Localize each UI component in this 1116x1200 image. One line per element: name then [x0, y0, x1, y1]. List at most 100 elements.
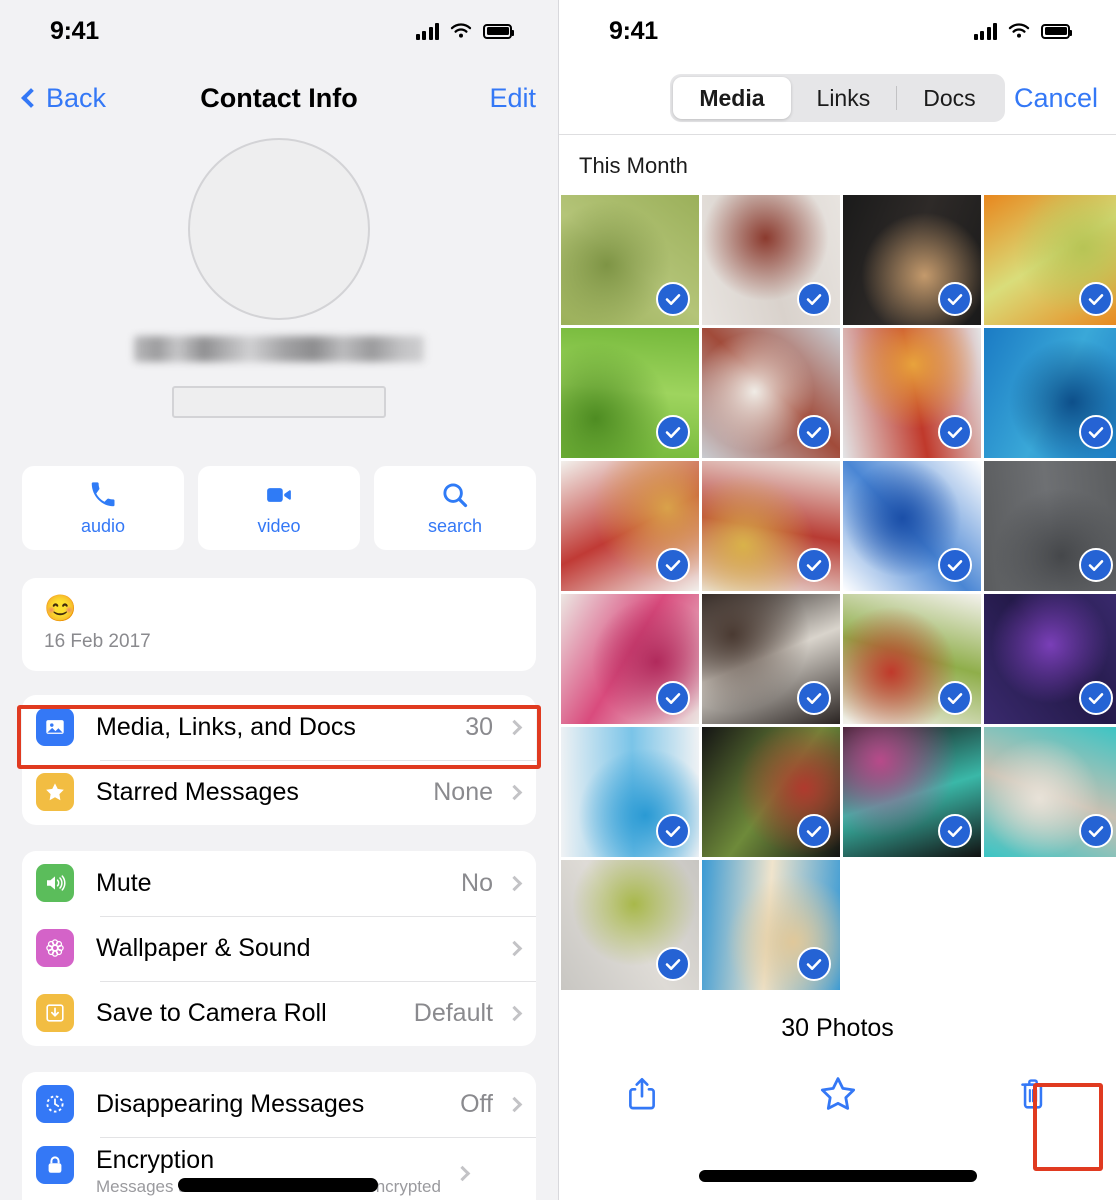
audio-label: audio [80, 515, 126, 536]
edit-button[interactable]: Edit [489, 83, 536, 114]
photo-thumbnail[interactable] [984, 195, 1116, 325]
photo-thumbnail[interactable] [843, 594, 981, 724]
row-save-to-camera-roll[interactable]: Save to Camera Roll Default [22, 980, 536, 1046]
selected-check-icon[interactable] [656, 548, 690, 582]
cellular-signal-icon [415, 22, 439, 40]
photo-thumbnail[interactable] [561, 328, 699, 458]
trash-icon [1021, 1079, 1045, 1109]
photo-thumbnail[interactable] [984, 328, 1116, 458]
photo-thumbnail[interactable] [843, 328, 981, 458]
avatar[interactable] [188, 138, 370, 320]
tab-media[interactable]: Media [673, 77, 791, 119]
navigation-bar: Back Contact Info Edit [0, 62, 558, 134]
photo-thumbnail[interactable] [702, 727, 840, 857]
photo-thumbnail[interactable] [702, 461, 840, 591]
star-icon [36, 773, 74, 812]
selected-check-icon[interactable] [797, 548, 831, 582]
photo-thumbnail[interactable] [843, 461, 981, 591]
photo-thumbnail[interactable] [561, 727, 699, 857]
photo-thumbnail[interactable] [702, 328, 840, 458]
photo-grid [559, 195, 1116, 990]
selected-check-icon[interactable] [1079, 681, 1113, 715]
selected-check-icon[interactable] [797, 415, 831, 449]
chat-settings-card: Mute No Wallpaper & Sound Save to Camera… [22, 850, 536, 1046]
selection-toolbar [559, 1043, 1116, 1119]
photo-thumbnail[interactable] [702, 195, 840, 325]
status-time: 9:41 [50, 16, 99, 45]
photo-thumbnail[interactable] [702, 860, 840, 990]
video-call-button[interactable]: video [198, 466, 360, 550]
selected-check-icon[interactable] [938, 548, 972, 582]
selected-check-icon[interactable] [938, 681, 972, 715]
chevron-left-icon [21, 88, 41, 108]
audio-call-button[interactable]: audio [22, 466, 184, 550]
photo-icon [36, 708, 74, 747]
selected-check-icon[interactable] [1079, 814, 1113, 848]
back-button[interactable]: Back [21, 82, 107, 114]
about-emoji: 😊 [44, 593, 77, 623]
photo-thumbnail[interactable] [561, 461, 699, 591]
tab-links[interactable]: Links [791, 77, 897, 119]
row-wallpaper-sound[interactable]: Wallpaper & Sound [22, 915, 536, 981]
selected-check-icon[interactable] [797, 814, 831, 848]
section-header-wrap: This Month [559, 134, 1116, 195]
photo-thumbnail[interactable] [561, 594, 699, 724]
status-time: 9:41 [609, 16, 658, 45]
row-mute[interactable]: Mute No [22, 851, 536, 916]
photo-thumbnail[interactable] [702, 594, 840, 724]
status-bar-left: 9:41 [0, 0, 558, 62]
selected-check-icon[interactable] [1079, 282, 1113, 316]
photo-thumbnail[interactable] [561, 195, 699, 325]
search-label: search [427, 515, 483, 536]
back-label: Back [46, 82, 107, 113]
row-value: Default [413, 998, 493, 1027]
selected-check-icon[interactable] [797, 947, 831, 981]
selected-check-icon[interactable] [1079, 548, 1113, 582]
search-button[interactable]: search [374, 466, 536, 550]
photo-thumbnail[interactable] [984, 727, 1116, 857]
selected-check-icon[interactable] [797, 681, 831, 715]
row-label: Mute [96, 868, 152, 897]
selected-check-icon[interactable] [656, 947, 690, 981]
row-value: No [461, 868, 493, 897]
photo-thumbnail[interactable] [561, 860, 699, 990]
chevron-right-icon [506, 1005, 523, 1021]
selected-check-icon[interactable] [797, 282, 831, 316]
tab-docs[interactable]: Docs [897, 77, 1001, 119]
selected-check-icon[interactable] [656, 814, 690, 848]
selected-check-icon[interactable] [938, 814, 972, 848]
chevron-right-icon [506, 1096, 523, 1112]
share-button[interactable] [617, 1069, 667, 1119]
selected-check-icon[interactable] [1079, 415, 1113, 449]
status-bar-right: 9:41 [559, 0, 1116, 62]
selected-check-icon[interactable] [938, 415, 972, 449]
cancel-button[interactable]: Cancel [1014, 83, 1098, 114]
wifi-icon [450, 23, 472, 38]
selected-check-icon[interactable] [656, 681, 690, 715]
selected-check-icon[interactable] [656, 415, 690, 449]
delete-button[interactable] [1008, 1069, 1058, 1119]
star-button[interactable] [813, 1069, 863, 1119]
photo-thumbnail[interactable] [984, 461, 1116, 591]
contact-status-field[interactable] [172, 386, 386, 418]
row-starred-messages[interactable]: Starred Messages None [22, 759, 536, 825]
row-disappearing-messages[interactable]: Disappearing Messages Off [22, 1072, 536, 1137]
phone-icon [91, 481, 115, 506]
about-card[interactable]: 😊 16 Feb 2017 [22, 578, 536, 671]
photo-thumbnail[interactable] [984, 594, 1116, 724]
row-label: Wallpaper & Sound [96, 933, 311, 962]
quick-actions: audio video search [0, 418, 558, 550]
section-header: This Month [579, 153, 688, 178]
row-media-links-docs[interactable]: Media, Links, and Docs 30 [22, 695, 536, 760]
status-icons [973, 22, 1072, 40]
row-label: Disappearing Messages [96, 1089, 365, 1118]
photo-thumbnail[interactable] [843, 195, 981, 325]
photos-count-label: 30 Photos [781, 1014, 894, 1042]
status-icons [415, 22, 514, 40]
selected-check-icon[interactable] [656, 282, 690, 316]
photo-thumbnail[interactable] [843, 727, 981, 857]
segmented-control: Media Links Docs [670, 74, 1005, 122]
wifi-icon [1008, 23, 1030, 38]
chevron-right-icon [506, 784, 523, 800]
selected-check-icon[interactable] [938, 282, 972, 316]
